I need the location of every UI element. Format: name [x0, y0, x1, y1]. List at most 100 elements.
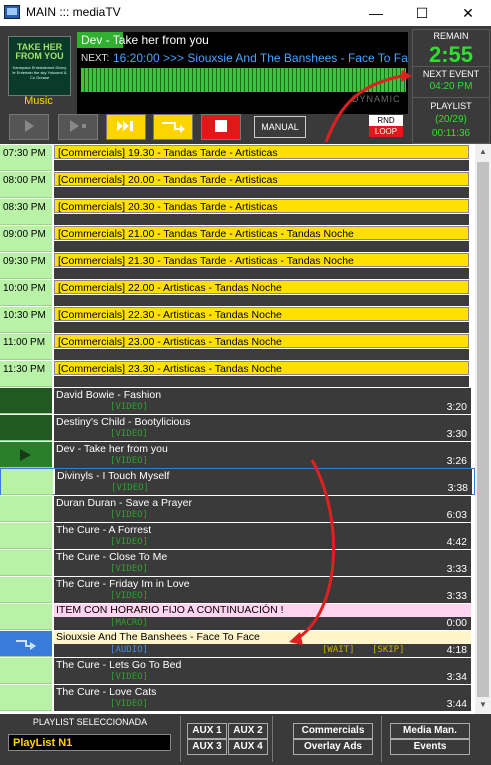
playlist-item[interactable]: David Bowie - Fashion [VIDEO] 3:20	[54, 388, 471, 414]
playlist-item[interactable]: ITEM CON HORARIO FIJO A CONTINUACIÓN ! [M…	[54, 604, 471, 630]
stop-button[interactable]	[201, 114, 241, 140]
schedule-row[interactable]: 09:00 PM [Commercials] 21.00 - Tandas Tar…	[0, 226, 475, 253]
commercial-title: [Commercials] 21.30 - Tandas Tarde - Art…	[54, 253, 469, 267]
commercial-block[interactable]: [Commercials] 22.30 - Artisticas - Tanda…	[54, 307, 471, 333]
row-status-cell[interactable]	[0, 604, 52, 630]
item-title: Duran Duran - Save a Prayer	[56, 497, 192, 509]
play-next-button[interactable]	[58, 114, 98, 140]
item-duration: 3:38	[447, 482, 468, 494]
scroll-up-arrow[interactable]: ▲	[477, 147, 489, 159]
playlist-row[interactable]: ITEM CON HORARIO FIJO A CONTINUACIÓN ! [M…	[0, 604, 475, 631]
schedule-row[interactable]: 10:00 PM [Commercials] 22.00 - Artisticas…	[0, 280, 475, 307]
item-title: David Bowie - Fashion	[56, 389, 162, 401]
cue-button[interactable]	[153, 114, 193, 140]
commercial-block[interactable]: [Commercials] 21.30 - Tandas Tarde - Art…	[54, 253, 471, 279]
row-status-cell[interactable]	[0, 658, 52, 684]
commercial-bar	[54, 268, 469, 279]
aux-3-button[interactable]: AUX 3	[187, 739, 227, 755]
item-title: ITEM CON HORARIO FIJO A CONTINUACIÓN !	[54, 604, 471, 617]
playlist-row[interactable]: David Bowie - Fashion [VIDEO] 3:20	[0, 388, 475, 415]
row-status-cell[interactable]	[0, 388, 52, 414]
commercial-block[interactable]: [Commercials] 21.00 - Tandas Tarde - Art…	[54, 226, 471, 252]
commercial-block[interactable]: [Commercials] 20.00 - Tandas Tarde - Art…	[54, 172, 471, 198]
item-title: The Cure - Lets Go To Bed	[56, 659, 182, 671]
schedule-row[interactable]: 11:30 PM [Commercials] 23.30 - Artisticas…	[0, 361, 475, 388]
item-duration: 0:00	[446, 617, 467, 629]
playlist-row[interactable]: Dev - Take her from you [VIDEO] 3:26	[0, 442, 475, 469]
playlist-item[interactable]: The Cure - Friday Im in Love [VIDEO] 3:33	[54, 577, 471, 603]
cover-art: TAKE HER FROM YOU Kanepoka Entertainmnt …	[8, 36, 71, 96]
playlist-item[interactable]: Duran Duran - Save a Prayer [VIDEO] 6:03	[54, 496, 471, 522]
schedule-row[interactable]: 08:30 PM [Commercials] 20.30 - Tandas Tar…	[0, 199, 475, 226]
scroll-thumb[interactable]	[477, 162, 489, 697]
commercial-block[interactable]: [Commercials] 23.00 - Artisticas - Tanda…	[54, 334, 471, 360]
item-duration: 6:03	[446, 509, 467, 521]
now-playing-title: Dev - Take her from you	[81, 33, 209, 47]
playlist-row[interactable]: Siouxsie And The Banshees - Face To Face…	[0, 631, 475, 658]
schedule-row[interactable]: 07:30 PM [Commercials] 19.30 - Tandas Tar…	[0, 145, 475, 172]
playlist-item[interactable]: Divinyls - I Touch Myself [VIDEO] 3:38	[55, 469, 472, 495]
media-manager-button[interactable]: Media Man.	[390, 723, 470, 739]
playlist-item[interactable]: Destiny's Child - Bootylicious [VIDEO] 3:3…	[54, 415, 471, 441]
aux-2-button[interactable]: AUX 2	[228, 723, 268, 739]
row-status-cell[interactable]	[1, 469, 53, 495]
row-status-cell[interactable]	[0, 550, 52, 576]
scroll-down-arrow[interactable]: ▼	[477, 700, 489, 712]
playlist-row[interactable]: The Cure - A Forrest [VIDEO] 4:42	[0, 523, 475, 550]
row-status-cell[interactable]	[0, 631, 52, 657]
schedule-row[interactable]: 10:30 PM [Commercials] 22.30 - Artisticas…	[0, 307, 475, 334]
item-title: Dev - Take her from you	[56, 443, 168, 455]
playlist-row[interactable]: Divinyls - I Touch Myself [VIDEO] 3:38	[0, 468, 475, 495]
overlay-ads-button[interactable]: Overlay Ads	[293, 739, 373, 755]
skip-button[interactable]	[106, 114, 146, 140]
playlist-selected-label: PLAYLIST SELECCIONADA	[32, 717, 148, 727]
row-status-cell[interactable]	[0, 415, 52, 441]
aux-1-button[interactable]: AUX 1	[187, 723, 227, 739]
close-button[interactable]: ✕	[445, 0, 491, 26]
playlist-row[interactable]: The Cure - Friday Im in Love [VIDEO] 3:33	[0, 577, 475, 604]
schedule-row[interactable]: 09:30 PM [Commercials] 21.30 - Tandas Tar…	[0, 253, 475, 280]
commercial-bar	[54, 187, 469, 198]
rnd-button[interactable]: RND	[369, 115, 403, 126]
playlist-item[interactable]: Siouxsie And The Banshees - Face To Face…	[54, 631, 471, 657]
playlist-item[interactable]: The Cure - Love Cats [VIDEO] 3:44	[54, 685, 471, 711]
manual-button[interactable]: MANUAL	[254, 116, 306, 138]
commercial-block[interactable]: [Commercials] 22.00 - Artisticas - Tanda…	[54, 280, 471, 306]
playlist-item[interactable]: The Cure - Close To Me [VIDEO] 3:33	[54, 550, 471, 576]
commercial-block[interactable]: [Commercials] 19.30 - Tandas Tarde - Art…	[54, 145, 471, 171]
playlist-item[interactable]: The Cure - A Forrest [VIDEO] 4:42	[54, 523, 471, 549]
schedule-row[interactable]: 11:00 PM [Commercials] 23.00 - Artisticas…	[0, 334, 475, 361]
commercial-bar	[54, 295, 469, 306]
maximize-button[interactable]: ☐	[399, 0, 445, 26]
commercial-bar	[54, 322, 469, 333]
remain-value: 2:55	[428, 42, 474, 67]
playlist-selected-value[interactable]: PlayList N1	[8, 734, 171, 751]
row-status-cell[interactable]	[0, 523, 52, 549]
cover-subtitle: Kanepoka Entertainmnt Diviny le Entertai…	[12, 65, 67, 80]
skip-icon	[117, 121, 133, 131]
item-duration: 3:33	[446, 590, 467, 602]
playlist-row[interactable]: The Cure - Lets Go To Bed [VIDEO] 3:34	[0, 658, 475, 685]
events-button[interactable]: Events	[390, 739, 470, 755]
row-status-cell[interactable]	[0, 442, 52, 468]
row-status-cell[interactable]	[0, 577, 52, 603]
playlist-row[interactable]: Duran Duran - Save a Prayer [VIDEO] 6:03	[0, 496, 475, 523]
schedule-row[interactable]: 08:00 PM [Commercials] 20.00 - Tandas Tar…	[0, 172, 475, 199]
minimize-button[interactable]: —	[353, 0, 399, 26]
playlist-item[interactable]: Dev - Take her from you [VIDEO] 3:26	[54, 442, 471, 468]
loop-button[interactable]: LOOP	[369, 126, 403, 137]
row-status-cell[interactable]	[0, 685, 52, 711]
playlist-item[interactable]: The Cure - Lets Go To Bed [VIDEO] 3:34	[54, 658, 471, 684]
item-duration: 3:44	[446, 698, 467, 710]
commercials-button[interactable]: Commercials	[293, 723, 373, 739]
row-status-cell[interactable]	[0, 496, 52, 522]
schedule-time: 11:30 PM	[0, 361, 52, 387]
aux-4-button[interactable]: AUX 4	[228, 739, 268, 755]
play-button[interactable]	[9, 114, 49, 140]
playlist-row[interactable]: The Cure - Love Cats [VIDEO] 3:44	[0, 685, 475, 712]
playlist-row[interactable]: Destiny's Child - Bootylicious [VIDEO] 3:3…	[0, 415, 475, 442]
item-type: [VIDEO]	[110, 672, 148, 682]
commercial-block[interactable]: [Commercials] 23.30 - Artisticas - Tanda…	[54, 361, 471, 387]
playlist-row[interactable]: The Cure - Close To Me [VIDEO] 3:33	[0, 550, 475, 577]
commercial-block[interactable]: [Commercials] 20.30 - Tandas Tarde - Art…	[54, 199, 471, 225]
